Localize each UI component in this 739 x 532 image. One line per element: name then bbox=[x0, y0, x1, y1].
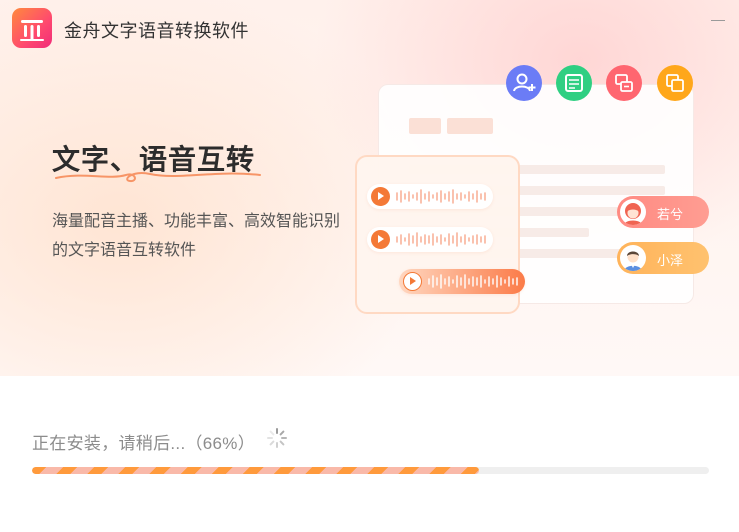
waveform-icon bbox=[396, 189, 486, 204]
title-bar: 金舟文字语音转换软件 bbox=[0, 0, 739, 58]
male-avatar-icon bbox=[620, 245, 646, 271]
audio-sample-active[interactable] bbox=[399, 269, 525, 294]
install-status-text: 正在安装，请稍后...（66%） bbox=[32, 434, 255, 453]
chat-icon[interactable] bbox=[606, 65, 642, 101]
waveform-icon bbox=[428, 274, 518, 289]
app-logo-icon bbox=[12, 8, 52, 48]
doc-tag bbox=[447, 118, 493, 134]
subtitle: 海量配音主播、功能丰富、高效智能识别的文字语音互转软件 bbox=[52, 213, 341, 259]
play-icon[interactable] bbox=[371, 187, 390, 206]
install-progress-bar bbox=[32, 467, 709, 474]
play-icon[interactable] bbox=[371, 230, 390, 249]
speaker-ruoxi[interactable]: 若兮 bbox=[617, 196, 709, 228]
speaker-name: 小泽 bbox=[657, 253, 684, 268]
add-user-icon[interactable] bbox=[506, 65, 542, 101]
hero-banner: 金舟文字语音转换软件 文字、语音互转 海量配音主播、功能丰富、高效智能识别的文字… bbox=[0, 0, 739, 376]
doc-tag bbox=[409, 118, 441, 134]
loading-spinner-icon bbox=[267, 428, 287, 448]
layers-icon[interactable] bbox=[657, 65, 693, 101]
speaker-xiaoze[interactable]: 小泽 bbox=[617, 242, 709, 274]
speaker-name: 若兮 bbox=[657, 207, 684, 222]
waveform-icon bbox=[396, 232, 486, 247]
audio-sample[interactable] bbox=[367, 184, 493, 209]
audio-sample[interactable] bbox=[367, 227, 493, 252]
headline-underline-decoration bbox=[55, 172, 261, 183]
document-icon[interactable] bbox=[556, 65, 592, 101]
install-progress-fill bbox=[32, 467, 479, 474]
female-avatar-icon bbox=[620, 199, 646, 225]
play-icon[interactable] bbox=[403, 272, 422, 291]
minimize-icon[interactable] bbox=[709, 14, 727, 28]
voice-sample-card bbox=[355, 155, 525, 314]
app-title: 金舟文字语音转换软件 bbox=[64, 21, 249, 41]
